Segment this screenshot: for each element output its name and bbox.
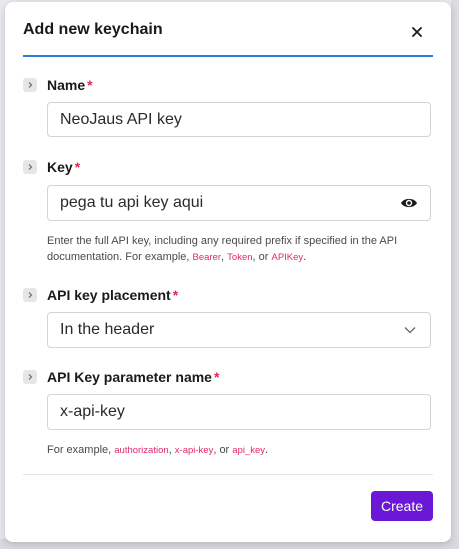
key-input[interactable]: pega tu api key aqui [47, 185, 431, 221]
example-api-key: api_key [232, 445, 266, 456]
name-input-value: NeoJaus API key [60, 110, 182, 128]
key-label-row[interactable]: Key * [23, 158, 80, 176]
chevron-right-icon[interactable] [23, 160, 37, 174]
example-bearer: Bearer [192, 252, 222, 263]
required-marker: * [74, 159, 81, 175]
footer-divider [23, 474, 433, 475]
name-label-row[interactable]: Name * [23, 76, 93, 94]
dialog-title: Add new keychain [23, 21, 163, 38]
required-marker: * [87, 77, 93, 93]
example-apikey: APIKey [271, 252, 304, 263]
key-label: Key [47, 159, 73, 175]
close-icon [412, 27, 422, 37]
chevron-right-icon[interactable] [23, 370, 37, 384]
param-name-input[interactable]: x-api-key [47, 394, 431, 430]
create-button[interactable]: Create [371, 491, 433, 521]
eye-icon[interactable] [400, 196, 418, 210]
dialog-header: Add new keychain [5, 2, 451, 56]
header-divider [23, 55, 433, 57]
example-authorization: authorization [114, 445, 169, 456]
required-marker: * [172, 287, 179, 303]
backdrop-edge [451, 0, 459, 549]
param-name-label-row[interactable]: API Key parameter name * [23, 368, 219, 386]
placement-label-row[interactable]: API key placement * [23, 286, 178, 304]
name-input[interactable]: NeoJaus API key [47, 102, 431, 137]
chevron-down-icon [404, 327, 416, 334]
placement-selected-value: In the header [60, 321, 155, 338]
chevron-right-icon[interactable] [23, 78, 37, 92]
separator: , or [252, 251, 272, 263]
param-name-label: API Key parameter name [47, 369, 212, 385]
param-name-input-value: x-api-key [60, 403, 125, 420]
placement-select[interactable]: In the header [47, 312, 431, 348]
key-input-value: pega tu api key aqui [60, 194, 204, 211]
period: . [303, 251, 307, 263]
close-button[interactable] [406, 21, 428, 43]
example-x-api-key: x-api-key [174, 445, 214, 456]
separator: , or [213, 444, 233, 456]
chevron-right-icon[interactable] [23, 288, 37, 302]
required-marker: * [213, 369, 220, 385]
add-keychain-dialog: Add new keychain Name * NeoJaus API key … [5, 2, 451, 542]
example-token: Token [227, 252, 253, 263]
period: . [265, 444, 269, 456]
param-name-help-text: For example, authorization, x-api-key, o… [47, 442, 437, 459]
name-label: Name [47, 77, 86, 93]
placement-label: API key placement [47, 287, 171, 303]
param-help-body: For example, [47, 444, 115, 456]
key-help-text: Enter the full API key, including any re… [47, 233, 437, 266]
